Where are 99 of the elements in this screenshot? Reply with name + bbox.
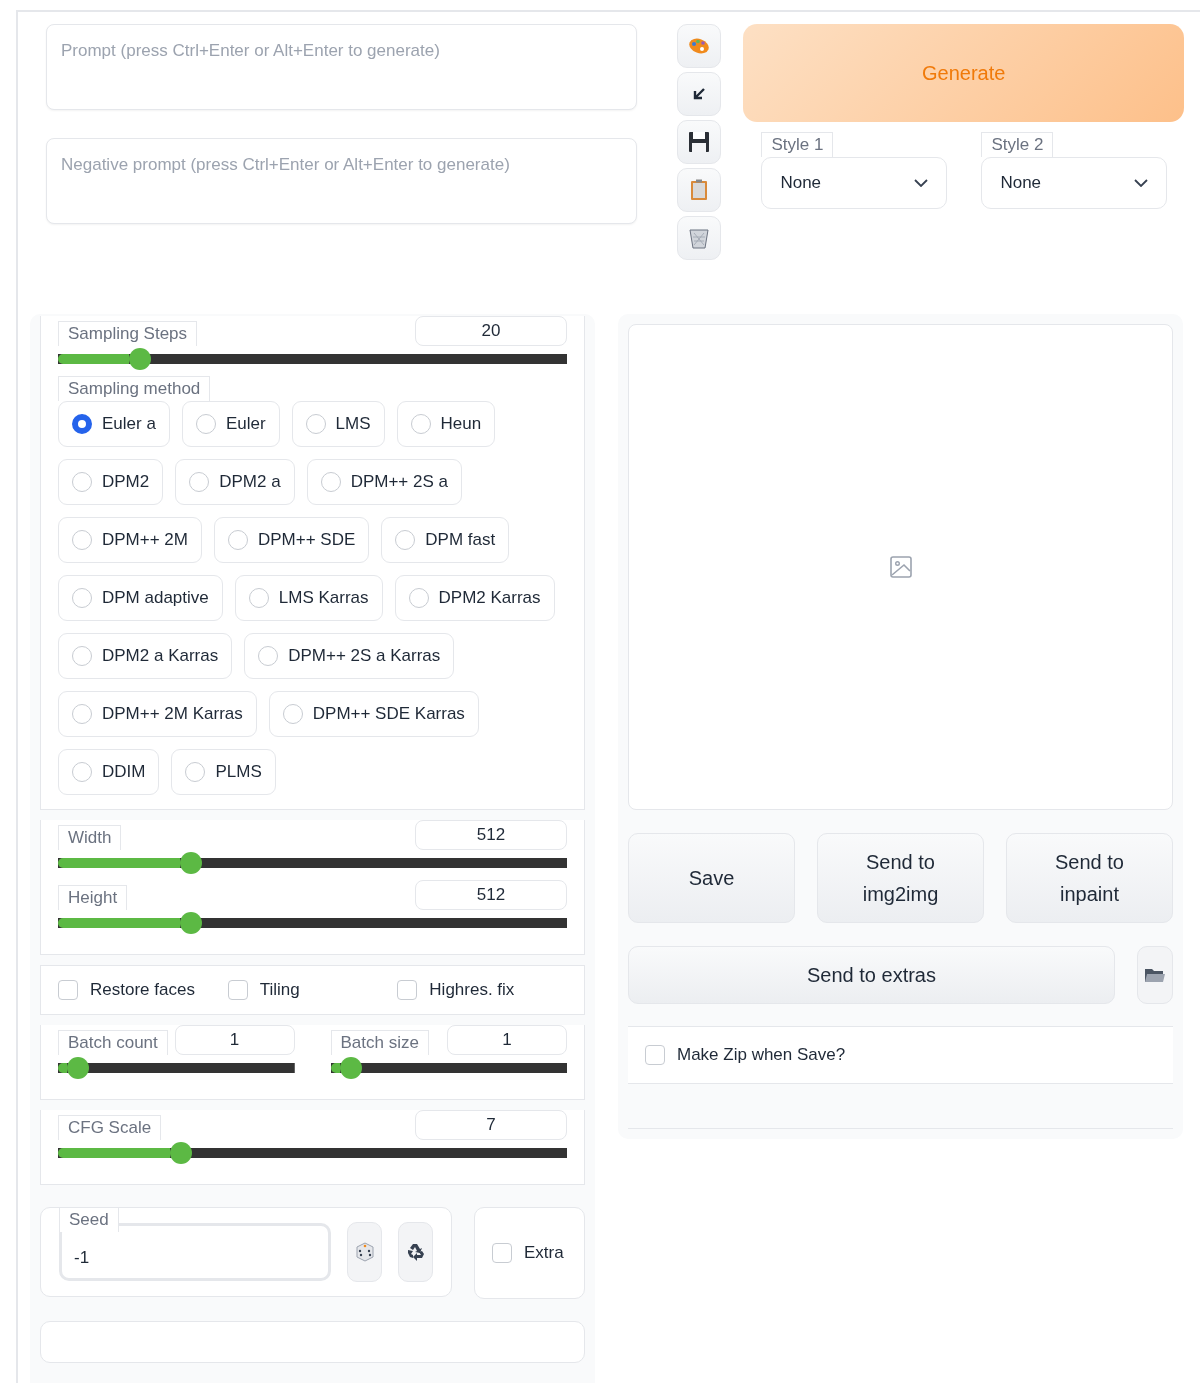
arrow-icon bbox=[692, 87, 707, 101]
checkbox-option[interactable]: Extra bbox=[492, 1243, 564, 1263]
checkbox-label: Make Zip when Save? bbox=[677, 1045, 846, 1065]
option-label: DDIM bbox=[102, 762, 146, 782]
radio-option[interactable]: Euler a bbox=[58, 401, 170, 447]
option-label: Heun bbox=[440, 414, 482, 434]
radio-option[interactable]: Euler bbox=[181, 401, 280, 447]
style-dropdown[interactable]: None bbox=[761, 157, 948, 209]
checkbox-label: Tiling bbox=[259, 980, 300, 1000]
option-label: DPM fast bbox=[425, 530, 496, 550]
output-button[interactable]: Send to inpaint bbox=[1006, 833, 1173, 923]
option-label: Euler bbox=[225, 414, 266, 434]
slider-handle[interactable] bbox=[129, 348, 152, 370]
send-to-extras-button[interactable]: Send to extras bbox=[628, 946, 1115, 1004]
checkbox-option[interactable]: Highres. fix bbox=[397, 980, 567, 1000]
negative-prompt-field[interactable]: Negative prompt (press Ctrl+Enter or Alt+Enter to generate) bbox=[46, 138, 638, 224]
slider-label: Batch count bbox=[58, 1030, 168, 1055]
option-label: DPM2 a Karras bbox=[102, 646, 219, 666]
option-label: Euler a bbox=[102, 414, 156, 434]
radio-option[interactable]: DPM2 a bbox=[175, 459, 295, 505]
style-dropdown[interactable]: None bbox=[981, 157, 1168, 209]
slider-handle[interactable] bbox=[67, 1057, 90, 1079]
style-label: Style 2 bbox=[981, 132, 1054, 157]
slider-handle[interactable] bbox=[169, 1142, 192, 1164]
trash-button[interactable] bbox=[677, 216, 722, 260]
number-field[interactable]: 7 bbox=[415, 1110, 567, 1140]
radio-option[interactable]: DPM++ 2S a bbox=[306, 459, 462, 505]
checkbox-option[interactable]: Tiling bbox=[227, 980, 398, 1000]
option-label: DPM++ 2M Karras bbox=[102, 704, 243, 724]
group-label: Sampling method bbox=[58, 376, 211, 401]
radio-option[interactable]: DPM++ 2M bbox=[58, 517, 202, 563]
checkbox[interactable] bbox=[397, 980, 418, 1000]
option-label: PLMS bbox=[215, 762, 262, 782]
checkbox[interactable] bbox=[645, 1045, 665, 1065]
checkbox[interactable] bbox=[58, 980, 78, 1000]
chevron-down-icon bbox=[1134, 179, 1149, 187]
option-label: DPM++ 2S a bbox=[350, 472, 448, 492]
option-label: DPM2 Karras bbox=[438, 588, 541, 608]
radio-option[interactable]: DDIM bbox=[58, 749, 160, 795]
save-button[interactable] bbox=[677, 120, 722, 164]
number-field[interactable]: 512 bbox=[415, 880, 567, 910]
option-label: DPM++ SDE bbox=[258, 530, 356, 550]
number-field[interactable]: 1 bbox=[174, 1025, 295, 1055]
output-button[interactable]: Save bbox=[628, 833, 795, 923]
style-label: Style 1 bbox=[761, 132, 834, 157]
radio-option[interactable]: LMS bbox=[291, 401, 385, 447]
radio-option[interactable]: Heun bbox=[396, 401, 496, 447]
option-label: DPM++ SDE Karras bbox=[312, 704, 465, 724]
checkbox-label: Extra bbox=[524, 1243, 564, 1263]
option-label: DPM2 a bbox=[219, 472, 281, 492]
radio-option[interactable]: DPM2 a Karras bbox=[58, 633, 233, 679]
option-label: DPM++ 2S a Karras bbox=[288, 646, 441, 666]
slider-handle[interactable] bbox=[180, 912, 203, 934]
radio-option[interactable]: DPM++ 2S a Karras bbox=[244, 633, 455, 679]
option-label: DPM adaptive bbox=[102, 588, 209, 608]
option-label: DPM2 bbox=[102, 472, 150, 492]
slider-label: CFG Scale bbox=[58, 1115, 162, 1140]
radio-option[interactable]: DPM++ SDE bbox=[214, 517, 370, 563]
slider-label: Height bbox=[58, 885, 128, 910]
reuse-seed-button[interactable] bbox=[398, 1222, 433, 1282]
radio-option[interactable]: DPM2 bbox=[58, 459, 164, 505]
folder-icon bbox=[1144, 966, 1166, 984]
clipboard-button[interactable] bbox=[677, 168, 722, 212]
checkbox-option[interactable]: Restore faces bbox=[58, 980, 228, 1000]
arrow-button[interactable] bbox=[677, 72, 722, 116]
number-field[interactable]: 1 bbox=[447, 1025, 567, 1055]
radio-option[interactable]: DPM adaptive bbox=[58, 575, 223, 621]
radio-option[interactable]: DPM fast bbox=[381, 517, 510, 563]
trash-icon bbox=[689, 227, 710, 249]
clipboard-icon bbox=[690, 179, 709, 201]
slider-label: Batch size bbox=[330, 1030, 429, 1055]
slider-label: Width bbox=[58, 825, 122, 850]
slider-label: Sampling Steps bbox=[58, 321, 198, 346]
prompt-field[interactable]: Prompt (press Ctrl+Enter or Alt+Enter to generate) bbox=[46, 24, 638, 110]
output-button[interactable]: Send to img2img bbox=[817, 833, 984, 923]
chevron-down-icon bbox=[914, 179, 929, 187]
option-label: DPM++ 2M bbox=[102, 530, 188, 550]
checkbox-option[interactable]: Make Zip when Save? bbox=[645, 1045, 846, 1065]
slider-handle[interactable] bbox=[339, 1057, 362, 1079]
radio-option[interactable]: LMS Karras bbox=[234, 575, 383, 621]
number-field[interactable]: 512 bbox=[415, 820, 567, 850]
radio-option[interactable]: DPM++ 2M Karras bbox=[58, 691, 257, 737]
radio-option[interactable]: PLMS bbox=[171, 749, 276, 795]
radio-option[interactable]: DPM2 Karras bbox=[394, 575, 555, 621]
image-icon bbox=[888, 555, 913, 579]
checkbox-label: Highres. fix bbox=[429, 980, 515, 1000]
number-field[interactable]: 20 bbox=[415, 316, 567, 346]
dice-icon bbox=[353, 1241, 376, 1263]
palette-icon bbox=[688, 37, 711, 55]
option-label: LMS bbox=[335, 414, 371, 434]
radio-button[interactable] bbox=[72, 414, 92, 434]
checkbox-label: Restore faces bbox=[90, 980, 195, 1000]
option-label: LMS Karras bbox=[278, 588, 369, 608]
checkbox[interactable] bbox=[227, 980, 248, 1000]
random-seed-button[interactable] bbox=[347, 1222, 383, 1282]
slider-handle[interactable] bbox=[180, 852, 203, 874]
open-folder-button[interactable] bbox=[1137, 946, 1173, 1004]
checkbox[interactable] bbox=[492, 1243, 512, 1263]
radio-option[interactable]: DPM++ SDE Karras bbox=[268, 691, 479, 737]
